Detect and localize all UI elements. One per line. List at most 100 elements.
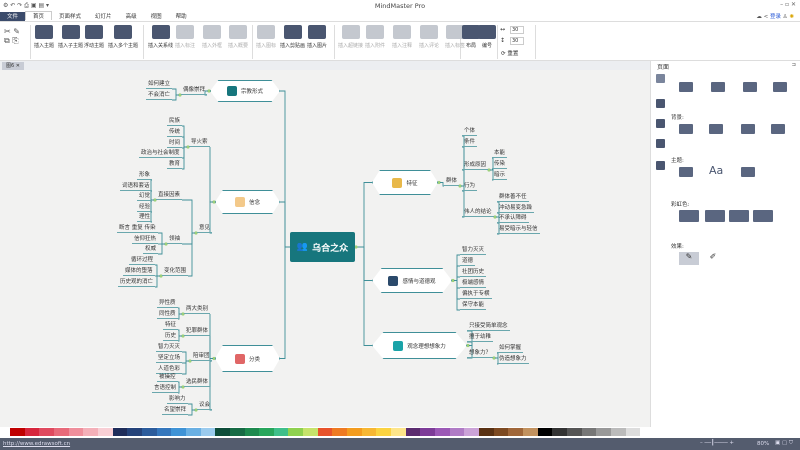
subtopic[interactable]: 异性质 xyxy=(157,299,178,308)
subtopic[interactable]: 本能 xyxy=(492,149,508,158)
color-swatch[interactable] xyxy=(68,428,84,436)
bg-color-icon[interactable] xyxy=(679,124,693,134)
ribbon-button[interactable]: 插入图片 xyxy=(307,25,327,49)
subtopic[interactable]: 坚定立场 xyxy=(156,354,183,363)
layout-map-icon[interactable] xyxy=(679,82,693,92)
subtopic[interactable]: 群体 xyxy=(444,177,460,186)
subtopic[interactable]: 犯罪群体 xyxy=(184,327,211,336)
subtopic[interactable]: 保守本能 xyxy=(460,301,487,310)
subtopic[interactable]: 如何掌握 xyxy=(497,344,524,353)
page-tab-icon[interactable] xyxy=(656,74,665,83)
color-swatch[interactable] xyxy=(53,428,69,436)
color-swatch[interactable] xyxy=(376,428,392,436)
color-swatch[interactable] xyxy=(127,428,142,436)
subtopic[interactable]: 历史观的消亡 xyxy=(118,278,156,287)
subtopic[interactable]: 名望崇拜 xyxy=(162,406,189,415)
subtopic[interactable]: 媒体的堕落 xyxy=(123,267,155,276)
subtopic[interactable]: 幻觉 xyxy=(137,192,153,201)
subtopic[interactable]: 形成原因 xyxy=(462,161,489,170)
no-effect-icon[interactable]: ✐ xyxy=(703,252,723,265)
rainbow-option-2[interactable] xyxy=(705,210,725,222)
website-link[interactable]: http://www.edrawsoft.cn xyxy=(3,441,70,447)
ribbon-button[interactable]: 插入外框 xyxy=(202,25,222,49)
color-swatch[interactable] xyxy=(10,428,25,436)
main-topic[interactable]: 观念理想想象力 xyxy=(372,332,467,359)
subtopic[interactable]: 社团历史 xyxy=(460,268,487,277)
document-tab[interactable]: 图6 ✕ xyxy=(2,62,24,70)
subtopic[interactable]: 条件 xyxy=(462,138,478,147)
subtopic[interactable]: 教育 xyxy=(167,160,183,169)
font-theme-icon[interactable]: Aa xyxy=(709,164,723,177)
main-topic[interactable]: 特征 xyxy=(372,170,438,195)
ribbon-button[interactable]: 插入子主题 xyxy=(58,25,83,49)
layout-radial-icon[interactable] xyxy=(711,82,725,92)
share-icon[interactable]: < xyxy=(764,14,769,20)
subtopic[interactable]: 议会 xyxy=(197,401,213,410)
color-swatch[interactable] xyxy=(581,428,597,436)
color-swatch[interactable] xyxy=(215,428,230,436)
hand-drawn-effect-icon[interactable]: ✎ xyxy=(679,252,699,265)
pin-icon[interactable]: ⊐ xyxy=(792,62,796,68)
color-swatch[interactable] xyxy=(317,428,333,436)
shirt-icon[interactable]: ♙ xyxy=(783,14,788,20)
subtopic[interactable]: 变化范围 xyxy=(162,267,189,276)
subtopic[interactable]: 两大类别 xyxy=(184,305,211,314)
color-palette[interactable] xyxy=(0,427,650,438)
ribbon-button[interactable]: 插入评论 xyxy=(419,25,439,49)
subtopic[interactable]: 影响力 xyxy=(167,395,188,404)
subtopic[interactable]: 个体 xyxy=(462,127,478,136)
color-swatch[interactable] xyxy=(566,428,582,436)
color-swatch[interactable] xyxy=(552,428,567,436)
menu-home[interactable]: 首页 xyxy=(25,11,53,20)
rainbow-option-3[interactable] xyxy=(729,210,749,222)
subtopic[interactable]: 权威 xyxy=(143,245,159,254)
subtopic[interactable]: 理性 xyxy=(137,213,153,222)
subtopic[interactable]: 同性质 xyxy=(157,310,178,319)
subtopic[interactable]: 历史 xyxy=(163,332,179,341)
color-swatch[interactable] xyxy=(273,428,289,436)
clipart-tab-icon[interactable] xyxy=(656,139,665,148)
menu-help[interactable]: 帮助 xyxy=(169,12,194,21)
central-topic[interactable]: 👥 乌合之众 xyxy=(290,232,355,262)
color-swatch[interactable] xyxy=(391,428,406,436)
subtopic[interactable]: 言语控制 xyxy=(152,384,179,393)
menu-slides[interactable]: 幻灯片 xyxy=(88,12,119,21)
subtopic[interactable]: 擅于幼稚 xyxy=(467,333,494,342)
subtopic[interactable]: 行为 xyxy=(462,182,478,191)
subtopic[interactable]: 词语和套话 xyxy=(120,182,152,191)
color-swatch[interactable] xyxy=(244,428,260,436)
main-topic[interactable]: 感情与道德观 xyxy=(372,268,452,293)
color-swatch[interactable] xyxy=(83,428,98,436)
color-swatch[interactable] xyxy=(156,428,172,436)
subtopic[interactable]: 如何建立 xyxy=(146,80,173,89)
reset-button[interactable]: ⟳ 重置 xyxy=(501,49,518,57)
subtopic[interactable]: 被操控 xyxy=(157,373,178,382)
main-topic[interactable]: 信念 xyxy=(215,190,280,214)
main-topic[interactable]: 分类 xyxy=(215,345,280,372)
menu-file[interactable]: 文件 xyxy=(0,12,26,21)
color-swatch[interactable] xyxy=(97,428,113,436)
color-swatch[interactable] xyxy=(39,428,54,436)
ribbon-button[interactable]: 插入附件 xyxy=(365,25,385,49)
color-swatch[interactable] xyxy=(493,428,509,436)
settings-icon[interactable]: ✺ xyxy=(789,14,794,20)
menu-advanced[interactable]: 高级 xyxy=(119,12,144,21)
color-swatch[interactable] xyxy=(303,428,318,436)
subtopic[interactable]: 想象力？ xyxy=(467,349,494,358)
subtopic[interactable]: 偶像崇拜 xyxy=(181,86,208,95)
color-swatch[interactable] xyxy=(464,428,479,436)
subtopic[interactable]: 领袖 xyxy=(167,235,183,244)
color-swatch[interactable] xyxy=(435,428,450,436)
spacing-h-input[interactable]: 30 xyxy=(510,26,524,34)
ribbon-button[interactable]: 插入概要 xyxy=(228,25,248,49)
menu-view[interactable]: 视图 xyxy=(144,12,169,21)
ribbon-button[interactable]: 插入注释 xyxy=(392,25,412,49)
subtopic[interactable]: 不承认障碍 xyxy=(497,214,529,223)
color-swatch[interactable] xyxy=(508,428,523,436)
color-swatch[interactable] xyxy=(610,428,626,436)
color-swatch[interactable] xyxy=(449,428,465,436)
icon-tab-icon[interactable] xyxy=(656,119,665,128)
subtopic[interactable]: 经验 xyxy=(137,203,153,212)
ribbon-button[interactable]: 插入图标 xyxy=(256,25,276,49)
rainbow-option-4[interactable] xyxy=(753,210,773,222)
